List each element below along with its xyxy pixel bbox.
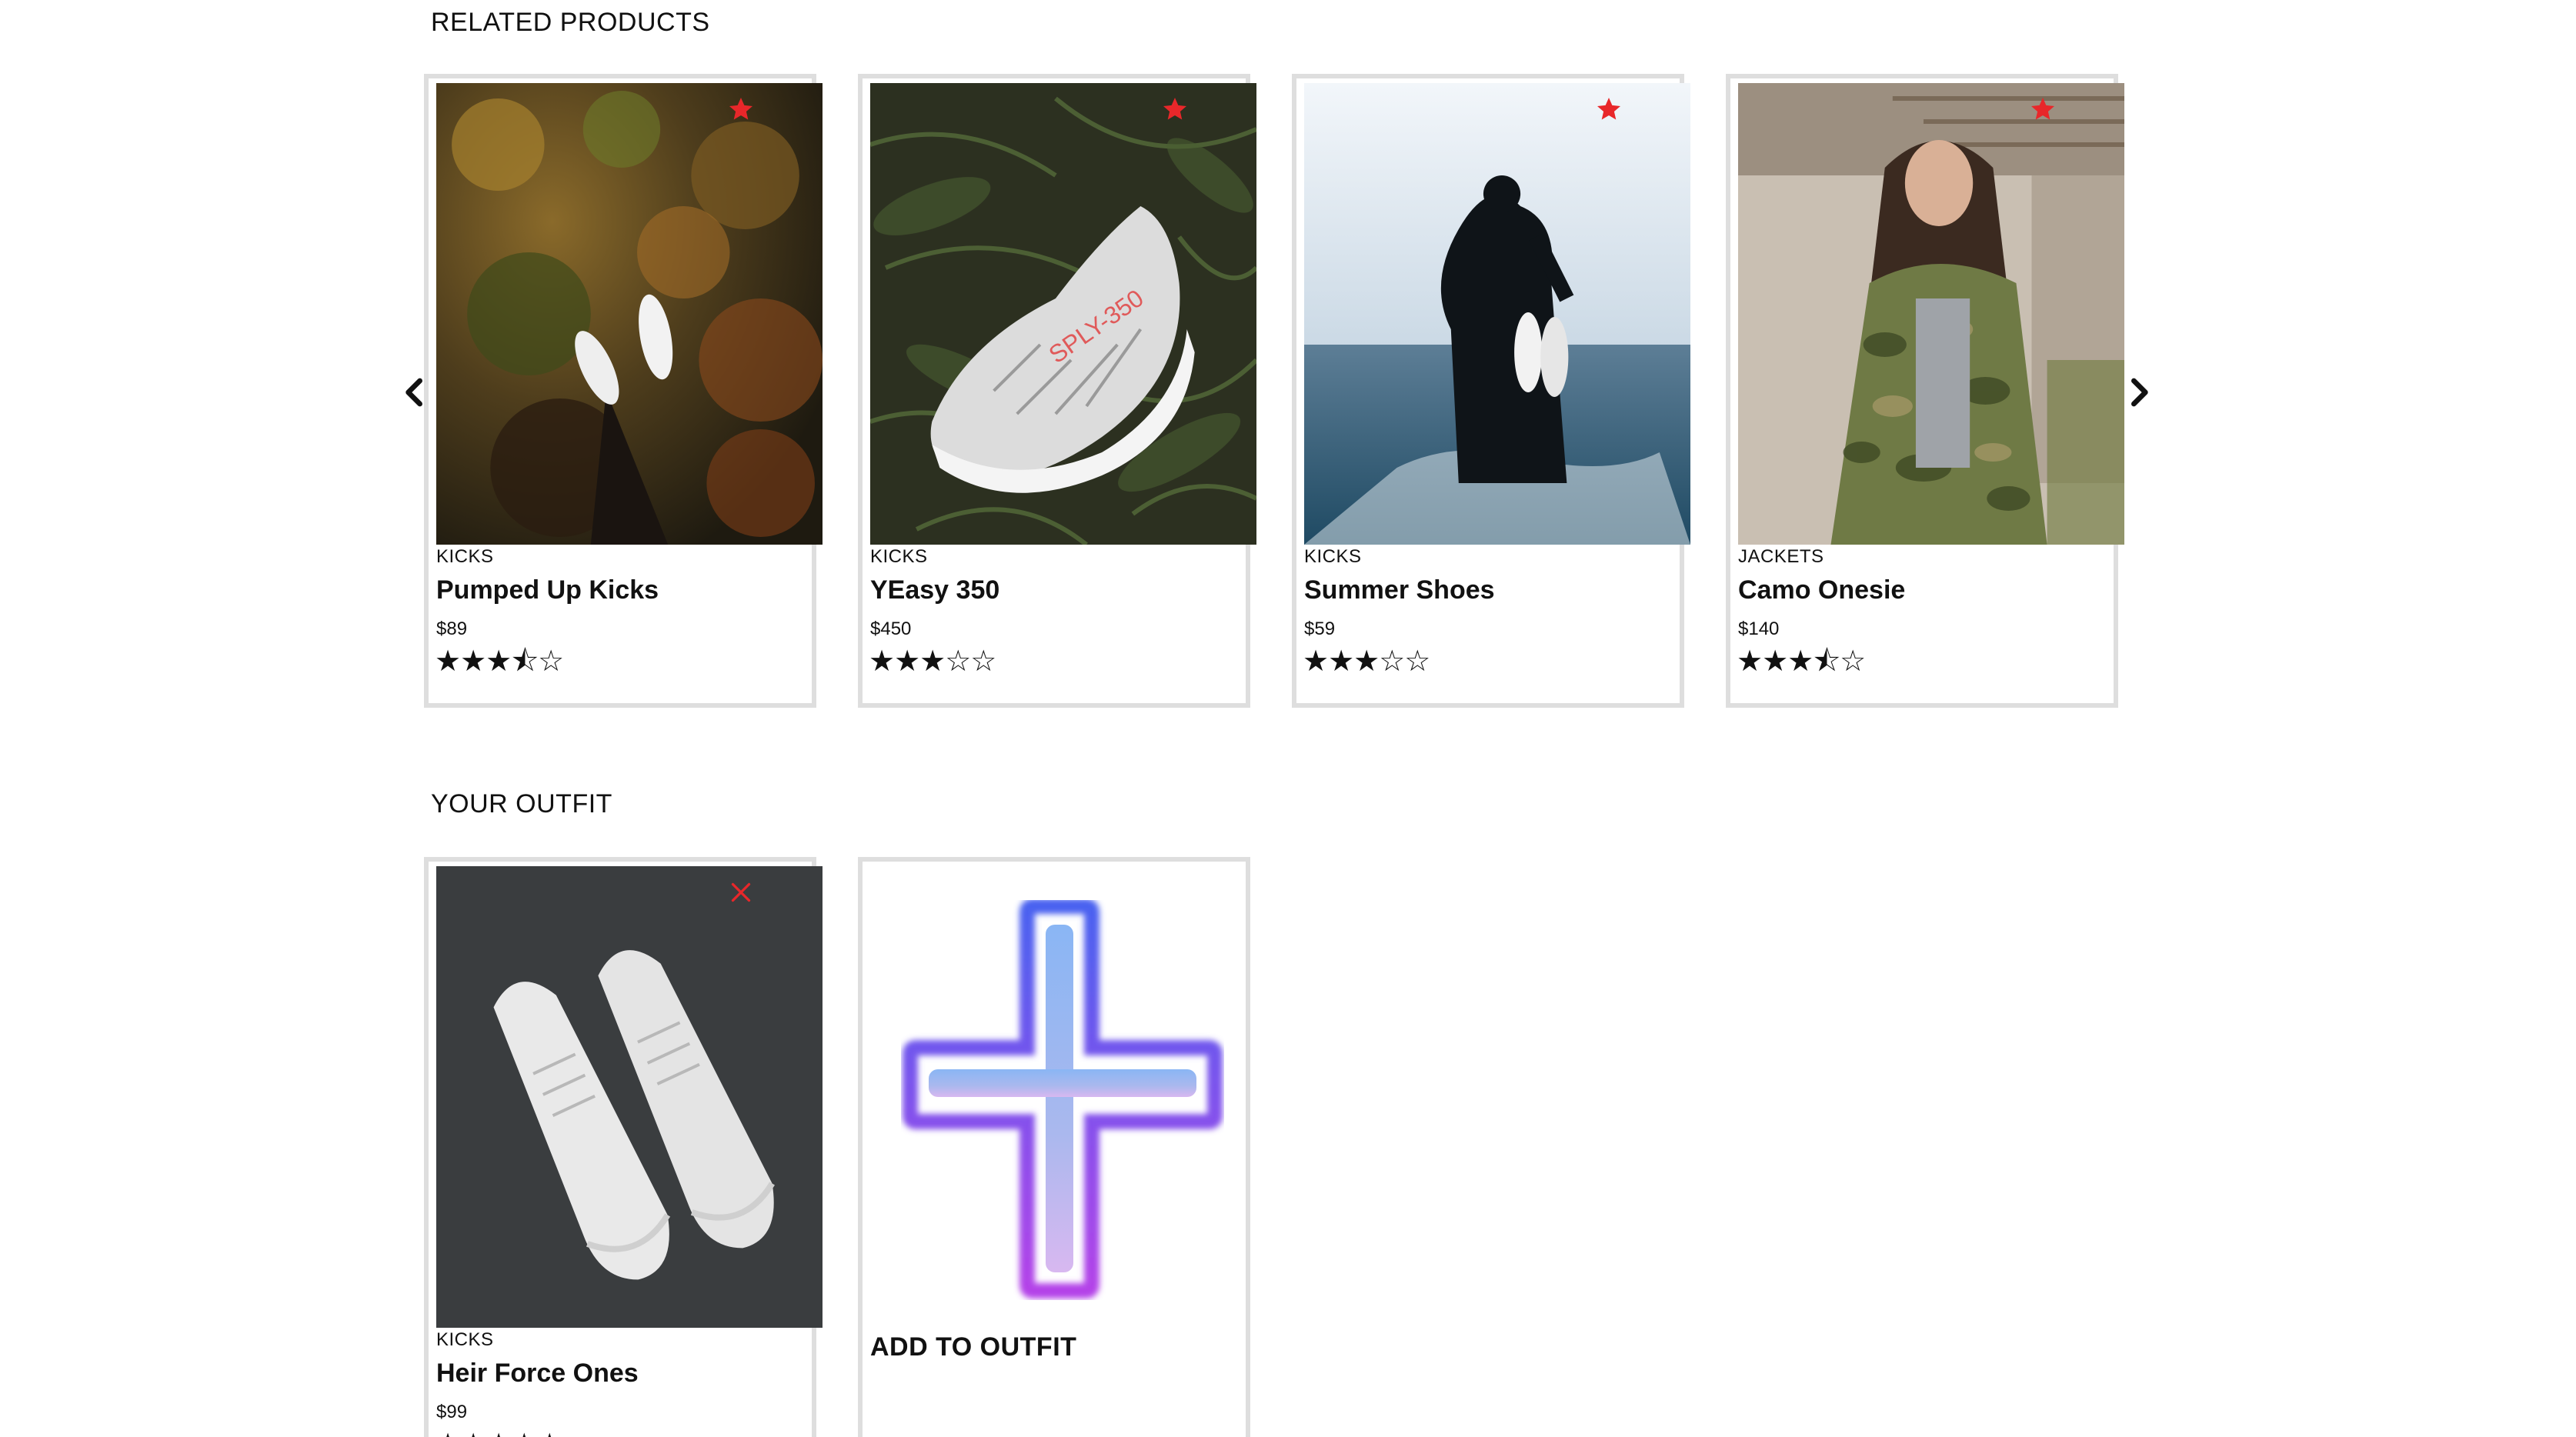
product-name[interactable]: Heir Force Ones: [436, 1359, 639, 1389]
plus-icon: [903, 900, 1223, 1299]
related-products-heading: RELATED PRODUCTS: [431, 8, 710, 37]
product-price: $450: [870, 618, 912, 639]
product-name[interactable]: Pumped Up Kicks: [436, 575, 659, 605]
product-category: KICKS: [436, 546, 494, 567]
product-image[interactable]: SPLY-350: [870, 83, 1256, 545]
add-to-outfit-card[interactable]: ADD TO OUTFIT: [858, 857, 1250, 1437]
star-rating: ★★★⯪☆: [1737, 644, 1866, 678]
related-product-card[interactable]: KICKS Pumped Up Kicks $89 ★★★⯪☆: [424, 74, 823, 708]
your-outfit-heading: YOUR OUTFIT: [431, 789, 612, 819]
close-icon[interactable]: [727, 879, 755, 906]
product-image[interactable]: [1304, 83, 1690, 545]
product-price: $99: [436, 1402, 468, 1422]
chevron-right-icon: [2131, 378, 2148, 407]
related-product-card[interactable]: SPLY-350 KICKS YEasy 350 $450 ★★★☆☆: [858, 74, 1256, 708]
product-image[interactable]: [436, 83, 823, 545]
add-to-outfit-label[interactable]: ADD TO OUTFIT: [870, 1332, 1076, 1362]
star-icon[interactable]: [1595, 95, 1623, 123]
star-rating: ★★★★★: [435, 1429, 562, 1437]
product-price: $59: [1304, 618, 1336, 639]
product-category: KICKS: [436, 1329, 494, 1350]
star-icon[interactable]: [2029, 95, 2057, 123]
carousel-next-button[interactable]: [2126, 377, 2152, 408]
product-name[interactable]: YEasy 350: [870, 575, 999, 605]
product-name[interactable]: Camo Onesie: [1738, 575, 1905, 605]
product-category: KICKS: [870, 546, 928, 567]
product-category: JACKETS: [1738, 546, 1824, 567]
star-rating: ★★★⯪☆: [435, 644, 564, 678]
star-icon[interactable]: [727, 95, 755, 123]
star-icon[interactable]: [1161, 95, 1189, 123]
related-product-card[interactable]: JACKETS Camo Onesie $140 ★★★⯪☆: [1726, 74, 2124, 708]
star-rating: ★★★☆☆: [869, 644, 996, 678]
outfit-item-card[interactable]: KICKS Heir Force Ones $99 ★★★★★: [424, 857, 823, 1437]
star-rating: ★★★☆☆: [1303, 644, 1430, 678]
product-image[interactable]: [436, 866, 823, 1328]
product-price: $89: [436, 618, 468, 639]
product-name[interactable]: Summer Shoes: [1304, 575, 1495, 605]
page: RELATED PRODUCTS KICKS Pumped Up Kicks $…: [0, 0, 2576, 1437]
related-product-card[interactable]: KICKS Summer Shoes $59 ★★★☆☆: [1292, 74, 1690, 708]
product-category: KICKS: [1304, 546, 1362, 567]
product-price: $140: [1738, 618, 1780, 639]
product-image[interactable]: [1738, 83, 2124, 545]
